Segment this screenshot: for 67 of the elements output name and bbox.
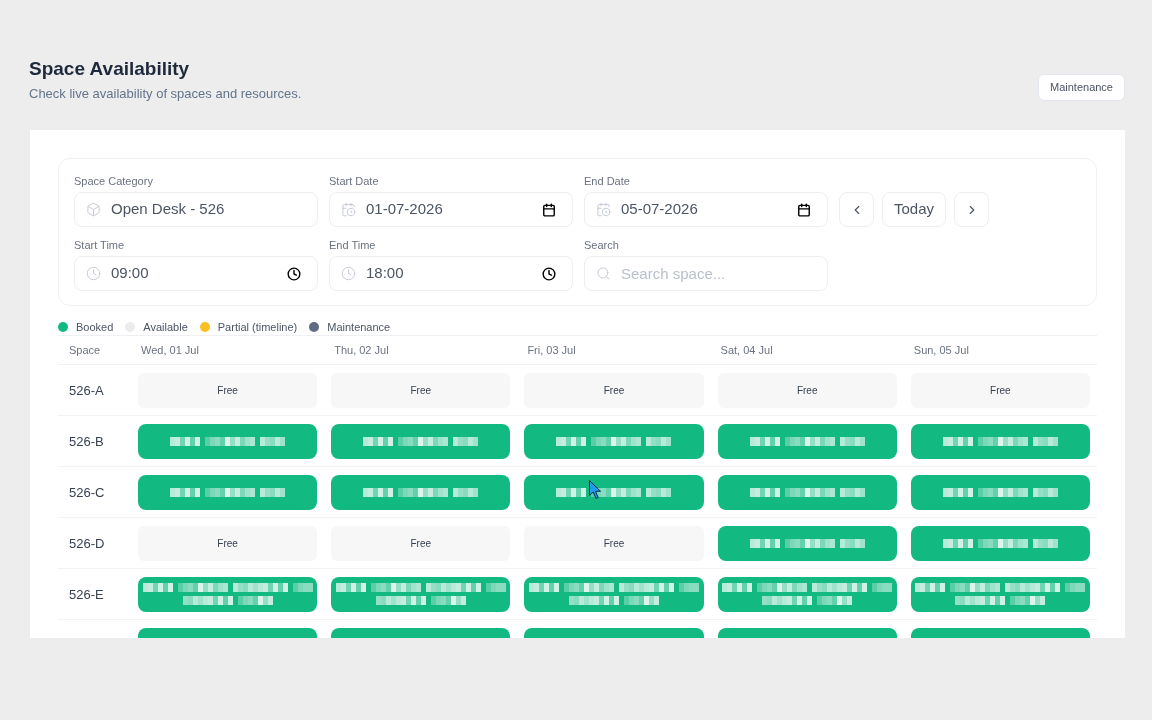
booked-slot[interactable] bbox=[138, 474, 318, 510]
category-select[interactable]: Open Desk - 526 bbox=[74, 192, 318, 227]
free-slot[interactable]: Free bbox=[331, 525, 511, 561]
booked-slot[interactable] bbox=[331, 474, 511, 510]
time-field[interactable]: 09:00 bbox=[74, 256, 318, 291]
space-name: 526-E bbox=[69, 587, 104, 602]
time-field[interactable]: 18:00 bbox=[329, 256, 573, 291]
booked-slot[interactable] bbox=[717, 423, 897, 459]
column-header: Space bbox=[68, 342, 102, 358]
column-header: Fri, 03 Jul bbox=[526, 342, 577, 358]
column-header: Wed, 01 Jul bbox=[140, 342, 200, 358]
space-name: 526-A bbox=[69, 383, 104, 398]
booked-slot[interactable] bbox=[910, 576, 1090, 612]
calendar-clock-icon bbox=[341, 202, 356, 217]
booked-slot[interactable] bbox=[910, 525, 1090, 561]
maintenance-button[interactable]: Maintenance bbox=[1038, 74, 1125, 101]
free-slot[interactable]: Free bbox=[138, 372, 318, 408]
booked-slot[interactable] bbox=[717, 525, 897, 561]
free-slot[interactable]: Free bbox=[138, 525, 318, 561]
field-label: End Time bbox=[329, 238, 377, 252]
space-name: 526-B bbox=[69, 434, 104, 449]
cube-icon bbox=[86, 202, 101, 217]
field-label: Search bbox=[584, 238, 620, 252]
booked-slot[interactable] bbox=[524, 576, 704, 612]
date-field[interactable]: 01-07-2026 bbox=[329, 192, 573, 227]
free-slot[interactable]: Free bbox=[331, 372, 511, 408]
clock-icon[interactable] bbox=[287, 266, 301, 281]
search-icon bbox=[596, 266, 611, 281]
clock-icon[interactable] bbox=[542, 266, 556, 281]
legend-label: Partial (timeline) bbox=[217, 319, 298, 335]
page-subtitle: Check live availability of spaces and resources. bbox=[29, 85, 302, 103]
field-label: Space Category bbox=[74, 174, 154, 188]
date-field[interactable]: 05-07-2026 bbox=[584, 192, 828, 227]
mouse-pointer-icon bbox=[589, 480, 601, 499]
free-slot[interactable]: Free bbox=[717, 372, 897, 408]
booked-slot[interactable] bbox=[717, 576, 897, 612]
column-header: Sat, 04 Jul bbox=[719, 342, 774, 358]
booked-slot[interactable] bbox=[138, 576, 318, 612]
calendar-clock-icon bbox=[596, 202, 611, 217]
field-label: Start Time bbox=[74, 238, 126, 252]
field-label: Start Date bbox=[329, 174, 380, 188]
free-slot[interactable]: Free bbox=[524, 525, 704, 561]
search-field[interactable]: Search space... bbox=[584, 256, 828, 291]
space-name: 526-C bbox=[69, 485, 105, 500]
calendar-icon[interactable] bbox=[542, 202, 556, 217]
field-label: End Date bbox=[584, 174, 631, 188]
booked-slot[interactable] bbox=[331, 423, 511, 459]
legend-label: Maintenance bbox=[327, 319, 391, 335]
booked-slot[interactable] bbox=[910, 474, 1090, 510]
booked-slot[interactable] bbox=[717, 474, 897, 510]
legend-label: Available bbox=[143, 319, 188, 335]
booked-slot[interactable] bbox=[524, 474, 704, 510]
page-title: Space Availability bbox=[29, 57, 191, 81]
booked-slot[interactable] bbox=[524, 423, 704, 459]
booked-slot[interactable] bbox=[910, 423, 1090, 459]
calendar-icon[interactable] bbox=[797, 202, 811, 217]
today-button[interactable]: Today bbox=[882, 192, 947, 227]
column-header: Sun, 05 Jul bbox=[912, 342, 970, 358]
space-name: 526-D bbox=[69, 536, 105, 551]
column-header: Thu, 02 Jul bbox=[333, 342, 390, 358]
legend-label: Booked bbox=[76, 319, 114, 335]
booked-slot[interactable] bbox=[138, 423, 318, 459]
free-slot[interactable]: Free bbox=[524, 372, 704, 408]
clock-icon bbox=[341, 266, 356, 281]
booked-slot[interactable] bbox=[331, 576, 511, 612]
free-slot[interactable]: Free bbox=[910, 372, 1090, 408]
clock-icon bbox=[86, 266, 101, 281]
